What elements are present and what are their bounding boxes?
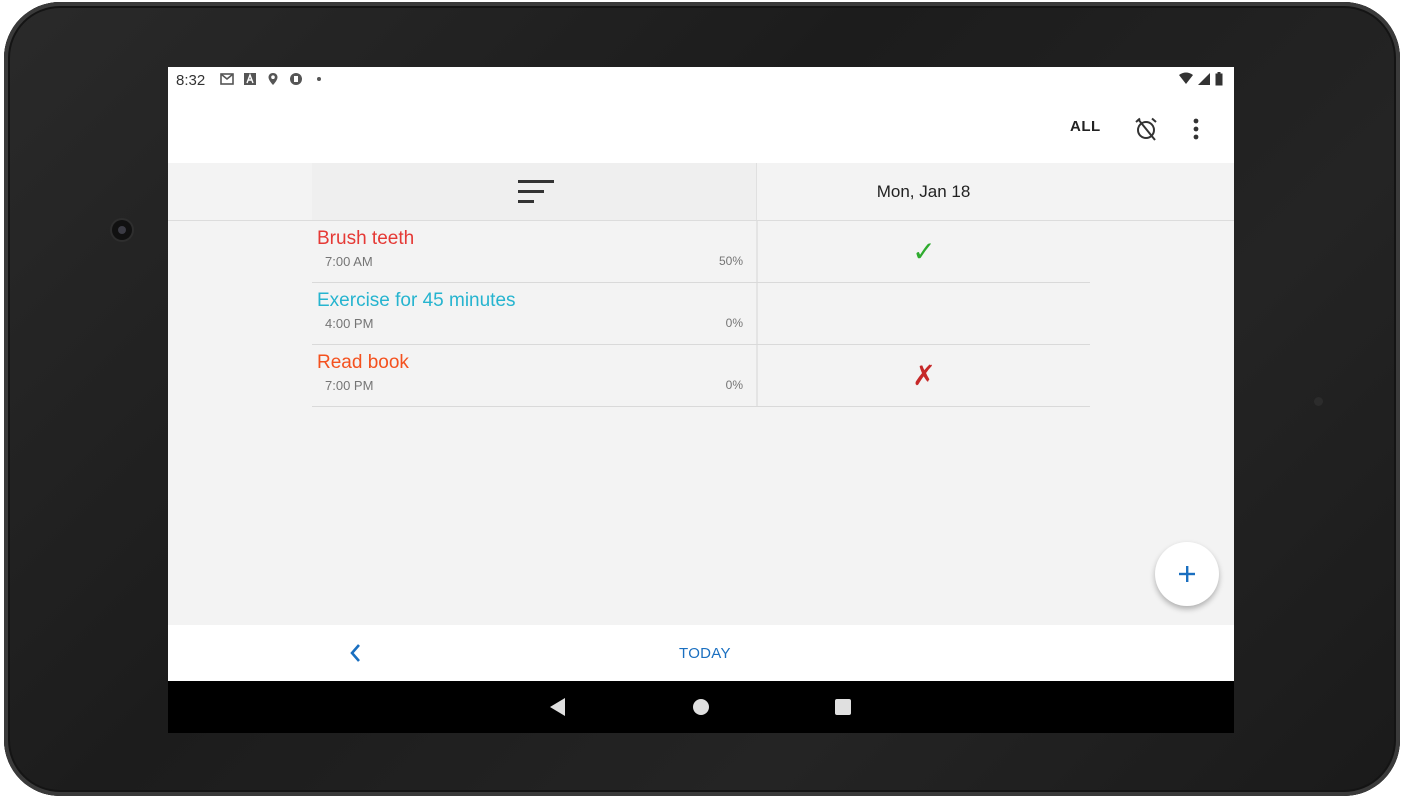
- recents-square-icon[interactable]: [834, 697, 852, 717]
- bottom-bar: TODAY: [168, 625, 1234, 681]
- status-system-icons: [1178, 72, 1224, 86]
- location-icon: [268, 73, 278, 85]
- chevron-left-icon[interactable]: [344, 641, 368, 665]
- light-sensor: [1314, 397, 1323, 406]
- habit-info[interactable]: Brush teeth 7:00 AM 50%: [312, 221, 758, 282]
- all-button[interactable]: ALL: [1070, 118, 1101, 135]
- system-nav-bar: [168, 681, 1234, 733]
- habit-row[interactable]: Read book 7:00 PM 0% ✗: [312, 345, 1090, 407]
- habit-check-cell[interactable]: ✓: [758, 221, 1090, 282]
- habit-percent: 0%: [725, 316, 743, 330]
- back-triangle-icon[interactable]: [549, 697, 567, 717]
- habit-list: Brush teeth 7:00 AM 50% ✓ Exercise for 4…: [312, 221, 1090, 407]
- habit-info[interactable]: Read book 7:00 PM 0%: [312, 345, 758, 406]
- a-icon: [244, 73, 256, 85]
- front-camera: [112, 220, 132, 240]
- habit-name: Brush teeth: [317, 228, 415, 249]
- habit-time: 4:00 PM: [325, 316, 374, 331]
- habit-percent: 50%: [718, 254, 743, 268]
- sort-icon: [518, 180, 554, 203]
- plus-icon: [1179, 566, 1195, 582]
- wifi-icon: [1179, 72, 1193, 84]
- habit-row[interactable]: Brush teeth 7:00 AM 50% ✓: [312, 221, 1090, 283]
- home-circle-icon[interactable]: [692, 697, 710, 717]
- battery-icon: [1215, 72, 1223, 86]
- habit-percent: 0%: [725, 378, 743, 392]
- today-button[interactable]: TODAY: [679, 645, 731, 662]
- habit-name: Read book: [317, 352, 409, 373]
- signal-icon: [1198, 73, 1210, 85]
- habit-check-cell[interactable]: ✗: [758, 345, 1090, 406]
- screen: 8:32 ALL Mon, Jan 18 Brush teeth 7:00 AM…: [168, 67, 1234, 733]
- habit-time: 7:00 AM: [325, 254, 373, 269]
- habit-row[interactable]: Exercise for 45 minutes 4:00 PM 0%: [312, 283, 1090, 345]
- status-time: 8:32: [176, 72, 206, 89]
- status-notification-icons: [220, 72, 326, 86]
- habit-info[interactable]: Exercise for 45 minutes 4:00 PM 0%: [312, 283, 758, 344]
- sort-button[interactable]: [312, 163, 757, 220]
- list-header: Mon, Jan 18: [168, 163, 1234, 221]
- habit-check-cell[interactable]: [758, 283, 1090, 344]
- add-habit-button[interactable]: [1155, 542, 1219, 606]
- date-column-header[interactable]: Mon, Jan 18: [757, 163, 1090, 220]
- habit-name: Exercise for 45 minutes: [317, 290, 516, 311]
- more-vert-icon[interactable]: [1184, 115, 1208, 143]
- alarm-off-icon[interactable]: [1132, 115, 1160, 143]
- app-bar: ALL: [168, 93, 1234, 163]
- habit-time: 7:00 PM: [325, 378, 374, 393]
- gmail-icon: [220, 73, 234, 85]
- status-bar: 8:32: [168, 67, 1234, 93]
- dot-icon: [317, 77, 321, 81]
- app-icon: [290, 73, 302, 85]
